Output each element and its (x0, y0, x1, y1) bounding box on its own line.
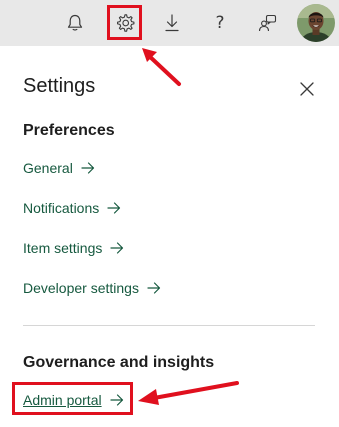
link-item-settings[interactable]: Item settings (23, 240, 124, 256)
settings-button[interactable] (108, 6, 142, 40)
notifications-button[interactable] (58, 6, 92, 40)
gear-icon (117, 14, 135, 32)
link-label: Notifications (23, 200, 100, 216)
link-general[interactable]: General (23, 160, 95, 176)
arrow-right-icon (107, 202, 121, 214)
link-admin-portal[interactable]: Admin portal (23, 392, 124, 408)
feedback-button[interactable] (251, 6, 285, 40)
link-label: Admin portal (23, 392, 102, 408)
annotation-arrow-admin (138, 381, 239, 405)
arrow-right-icon (110, 242, 124, 254)
help-button[interactable]: ? (203, 6, 237, 40)
section-divider (23, 325, 315, 326)
download-icon (165, 14, 179, 32)
close-button[interactable] (296, 78, 318, 100)
top-bar: ? (0, 0, 339, 46)
arrow-right-icon (109, 394, 124, 406)
section-heading-preferences: Preferences (23, 122, 115, 139)
section-heading-governance: Governance and insights (23, 354, 215, 371)
arrow-right-icon (147, 282, 161, 294)
download-button[interactable] (155, 6, 189, 40)
link-label: Developer settings (23, 280, 139, 296)
avatar[interactable] (297, 4, 335, 42)
close-icon (300, 82, 314, 96)
panel-title: Settings (23, 75, 96, 97)
link-label: General (23, 160, 73, 176)
arrow-right-icon (81, 162, 95, 174)
annotation-arrow-gear (142, 48, 181, 86)
people-icon (258, 14, 277, 32)
help-icon: ? (215, 13, 225, 33)
avatar-icon (297, 4, 335, 42)
bell-icon (67, 14, 83, 31)
link-label: Item settings (23, 240, 103, 256)
link-developer-settings[interactable]: Developer settings (23, 280, 161, 296)
link-notifications[interactable]: Notifications (23, 200, 121, 216)
